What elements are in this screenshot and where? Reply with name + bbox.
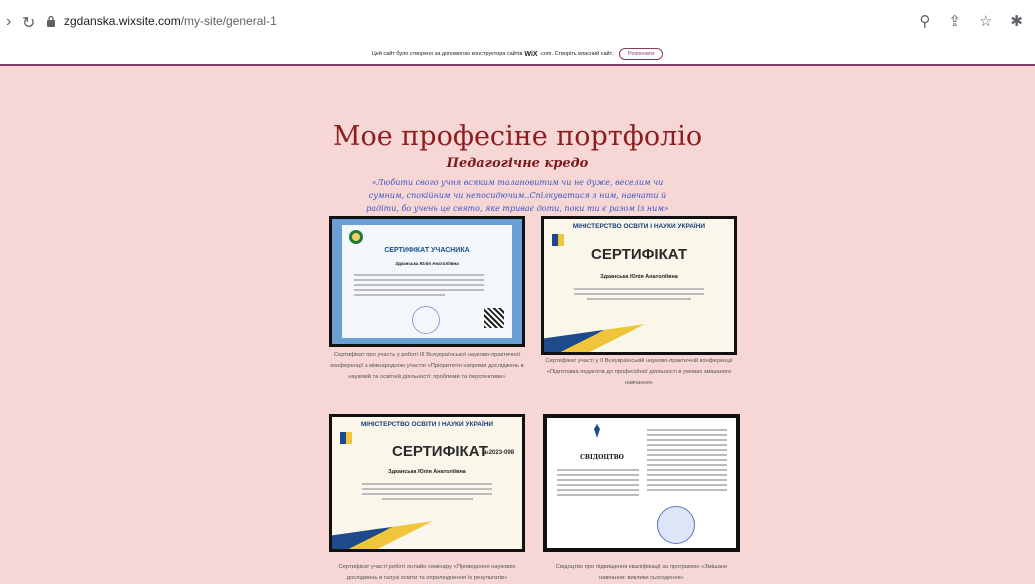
wix-banner-text: Цей сайт було створено за допомогою конс… [371, 51, 523, 57]
page-subtitle: Педагогічне кредо [446, 156, 589, 171]
university-logo-icon [552, 234, 564, 246]
university-logo-icon [340, 432, 352, 444]
university-emblem-icon [349, 230, 363, 244]
wix-banner: Цей сайт було створено за допомогою конс… [0, 44, 1035, 66]
cert3-name: Здканська Юлія Анатоліївна [388, 469, 466, 475]
cert3-header: СЕРТИФІКАТ [392, 443, 488, 460]
zoom-icon[interactable]: ⚲ [919, 12, 930, 30]
teaching-motto: «Любити свого учня всяким талановитим чи… [366, 178, 669, 213]
ukraine-trident-icon [594, 424, 600, 438]
cert2-header: СЕРТИФІКАТ [591, 246, 687, 263]
share-icon[interactable]: ⇪ [948, 12, 961, 30]
certificate-image-2[interactable]: МІНІСТЕРСТВО ОСВІТИ І НАУКИ УКРАЇНИ СЕРТ… [541, 216, 737, 355]
page-title: Мое професіне портфоліо [332, 121, 703, 152]
bookmark-star-icon[interactable]: ☆ [979, 12, 992, 30]
cert3-number: №2023-098 [482, 450, 515, 456]
wix-banner-text-after: .com. Створіть власний сайт. [539, 51, 614, 57]
certificate-caption-1: Сертифікат про участь у роботі III Всеук… [330, 352, 524, 380]
url-domain: zgdanska.wixsite.com [64, 14, 181, 28]
certificate-image-4[interactable]: СВІДОЦТВО [543, 414, 740, 552]
certificate-caption-3: Сертифікат участі роботі онлайн семінару… [338, 564, 516, 581]
stamp [657, 506, 695, 544]
cert3-ministry: МІНІСТЕРСТВО ОСВІТИ І НАУКИ УКРАЇНИ [360, 421, 494, 428]
qr-code [484, 308, 504, 328]
certificate-caption-2: Сертифікат участі у II Всеукраїнській на… [545, 358, 733, 386]
cert4-header: СВІДОЦТВО [580, 454, 624, 461]
cert2-ministry: МІНІСТЕРСТВО ОСВІТИ І НАУКИ УКРАЇНИ [572, 223, 706, 230]
start-button[interactable]: Розпочати [619, 48, 664, 60]
cert1-header: СЕРТИФІКАТ УЧАСНИКА [384, 247, 470, 254]
stamp [412, 306, 440, 334]
lock-icon [47, 15, 55, 27]
certificate-image-1[interactable]: СЕРТИФІКАТ УЧАСНИКА Здканська Юлія Анато… [329, 216, 525, 347]
reload-icon[interactable]: ↻ [22, 13, 35, 33]
certificate-caption-4: Свідоцтво про підвищення кваліфікації за… [555, 564, 728, 581]
extensions-puzzle-icon[interactable]: ✱ [1010, 12, 1023, 30]
wix-brand: WiX [524, 50, 538, 58]
certificate-image-3[interactable]: МІНІСТЕРСТВО ОСВІТИ І НАУКИ УКРАЇНИ СЕРТ… [329, 414, 525, 552]
address-bar[interactable]: zgdanska.wixsite.com/my-site/general-1 [64, 14, 277, 28]
cert2-name: Здканська Юлія Анатоліївна [600, 274, 678, 280]
url-path: /my-site/general-1 [180, 14, 277, 28]
forward-icon[interactable]: › [6, 13, 11, 31]
browser-toolbar: › ↻ zgdanska.wixsite.com/my-site/general… [0, 0, 1035, 45]
cert1-name: Здканська Юлія Анатоліївна [395, 261, 459, 266]
